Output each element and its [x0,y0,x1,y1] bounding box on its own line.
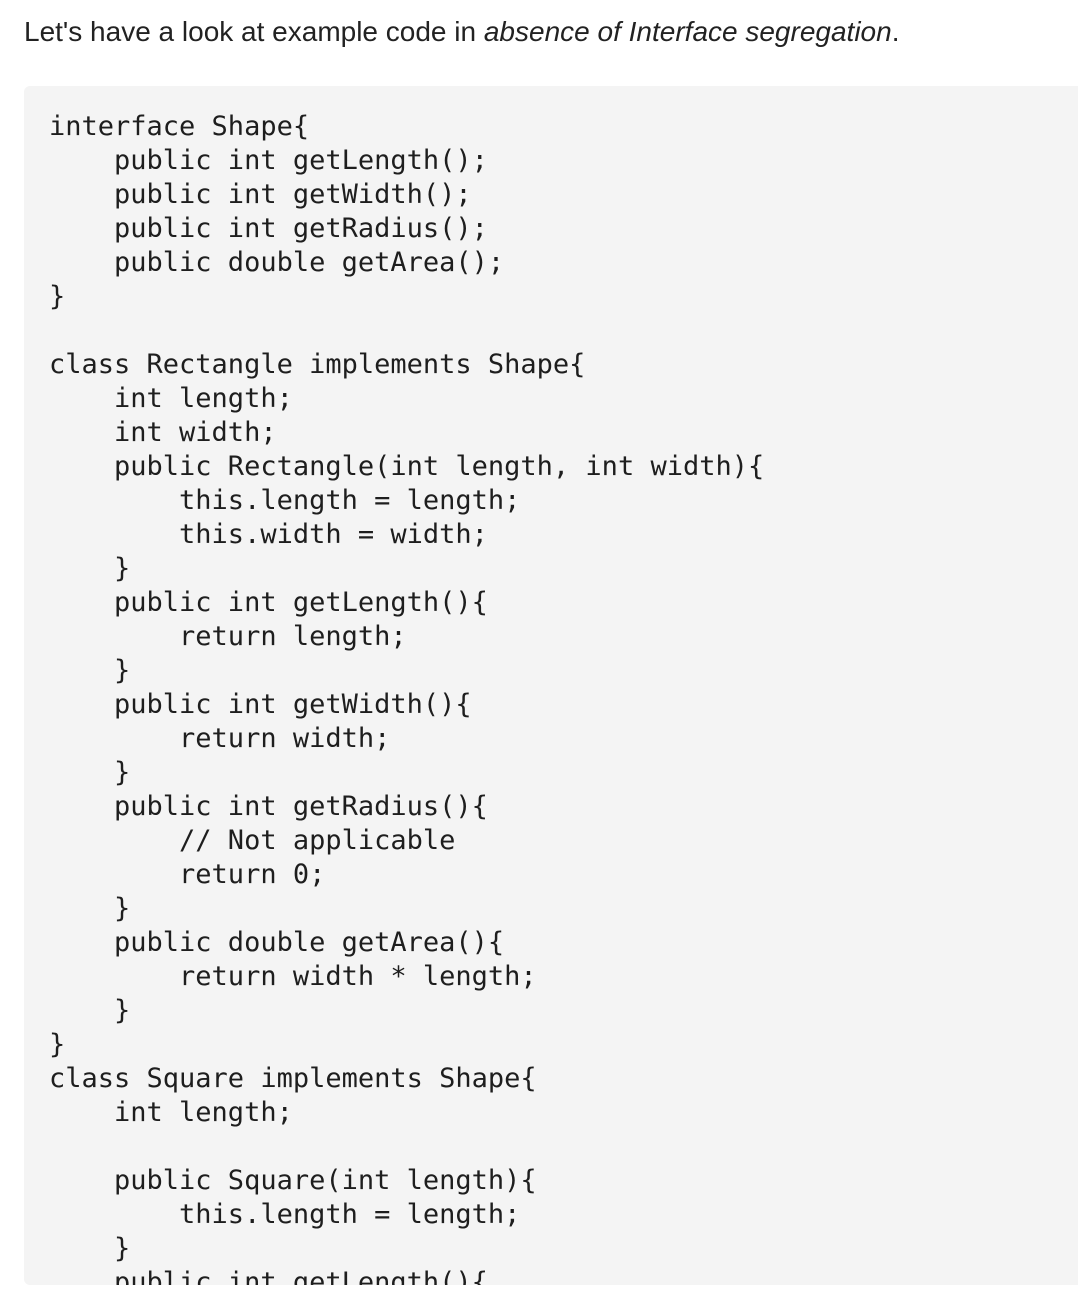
code-line: public int getLength(); [49,145,488,176]
code-line: // Not applicable [49,825,456,856]
code-line: class Square implements Shape{ [49,1063,537,1094]
code-line: class Rectangle implements Shape{ [49,349,586,380]
code-line: this.length = length; [49,485,521,516]
code-line: } [49,655,131,686]
code-line: return 0; [49,859,326,890]
code-line: public int getRadius(); [49,213,488,244]
code-block[interactable]: interface Shape{ public int getLength();… [24,86,1078,1285]
code-line: interface Shape{ [49,111,310,142]
code-line: this.length = length; [49,1199,521,1230]
code-line: } [49,1233,131,1264]
code-line: int length; [49,383,293,414]
code-line: int width; [49,417,277,448]
code-line: public Square(int length){ [49,1165,537,1196]
code-line: public double getArea(){ [49,927,505,958]
code-line: return length; [49,621,407,652]
code-line: public int getWidth(){ [49,689,472,720]
code-line: this.width = width; [49,519,488,550]
code-line: } [49,553,131,584]
code-line: } [49,281,66,312]
code-line: int length; [49,1097,293,1128]
intro-text: Let's have a look at example code in [24,16,484,47]
code-content: interface Shape{ public int getLength();… [24,86,1078,1285]
code-line: public int getRadius(){ [49,791,488,822]
code-line: public int getLength(){ [49,587,488,618]
intro-paragraph: Let's have a look at example code in abs… [24,12,899,52]
code-line: public int getWidth(); [49,179,472,210]
code-line: } [49,1029,66,1060]
code-line: public int getLength(){ [49,1267,488,1285]
intro-emphasis: absence of Interface segregation [483,16,892,47]
code-line: public Rectangle(int length, int width){ [49,451,765,482]
code-line: return width * length; [49,961,537,992]
intro-text-end: . [891,16,900,47]
code-line: public double getArea(); [49,247,505,278]
code-line: } [49,893,131,924]
code-line: } [49,995,131,1026]
code-line: } [49,757,131,788]
code-line: return width; [49,723,391,754]
